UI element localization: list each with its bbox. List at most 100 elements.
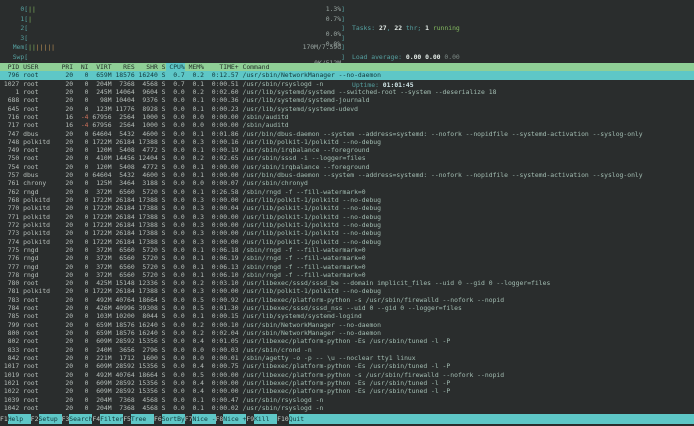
cell-shr: 9376 bbox=[135, 96, 158, 104]
fn-button-tree[interactable]: Tree bbox=[131, 414, 154, 424]
cell-cpu: 0.0 bbox=[166, 296, 185, 304]
process-row[interactable]: 1042 root 20 0 204M 7368 4568 S 0.0 0.1 … bbox=[0, 404, 694, 412]
cell-user: chrony bbox=[19, 179, 61, 187]
fn-button-filter[interactable]: Filter bbox=[100, 414, 123, 424]
process-row[interactable]: 802 root 20 0 609M 28592 15356 S 0.0 0.4… bbox=[0, 337, 694, 345]
fn-button-sortby[interactable]: SortBy bbox=[162, 414, 185, 424]
cell-ni: 0 bbox=[73, 96, 88, 104]
process-row[interactable]: 748 polkitd 20 0 1722M 26184 17388 S 0.0… bbox=[0, 138, 694, 146]
process-row[interactable]: 750 root 20 0 410M 14456 12404 S 0.0 0.2… bbox=[0, 154, 694, 162]
cell-user: root bbox=[19, 71, 61, 79]
process-row[interactable]: 1021 root 20 0 609M 28592 15356 S 0.0 0.… bbox=[0, 379, 694, 387]
cell-user: root bbox=[19, 146, 61, 154]
process-table-header[interactable]: PID USER PRI NI VIRT RES SHR S CPU% MEM%… bbox=[0, 63, 694, 71]
cell-pri: 20 bbox=[62, 346, 74, 354]
process-row[interactable]: 757 dbus 20 0 64604 5432 4600 S 0.0 0.1 … bbox=[0, 171, 694, 179]
fn-button-nice[interactable]: Nice - bbox=[192, 414, 215, 424]
cell-ni: -4 bbox=[73, 113, 88, 121]
process-row[interactable]: 775 rngd 20 0 372M 6560 5720 S 0.0 0.1 0… bbox=[0, 246, 694, 254]
cell-state: S bbox=[158, 362, 166, 370]
process-row-selected[interactable]: 796 root 20 0 659M 18576 16240 S 0.7 0.2… bbox=[0, 71, 694, 79]
cell-state: S bbox=[158, 354, 166, 362]
cell-pid: 771 bbox=[0, 213, 19, 221]
process-row[interactable]: 774 polkitd 20 0 1722M 26184 17388 S 0.0… bbox=[0, 238, 694, 246]
process-row[interactable]: 780 root 20 0 425M 15148 12336 S 0.0 0.2… bbox=[0, 279, 694, 287]
cell-command: /usr/lib/polkit-1/polkitd --no-debug bbox=[239, 229, 381, 237]
cell-res: 40764 bbox=[112, 296, 135, 304]
cell-state: S bbox=[158, 146, 166, 154]
fn-button-kill[interactable]: Kill bbox=[254, 414, 277, 424]
fn-button-setup[interactable]: Setup bbox=[39, 414, 62, 424]
cell-pid: 747 bbox=[0, 130, 19, 138]
cell-res: 26184 bbox=[112, 204, 135, 212]
process-row[interactable]: 754 root 20 0 120M 5408 4772 S 0.0 0.1 0… bbox=[0, 163, 694, 171]
process-row[interactable]: 1027 root 20 0 204M 7368 4568 S 0.7 0.1 … bbox=[0, 80, 694, 88]
fn-button-nice[interactable]: Nice + bbox=[223, 414, 246, 424]
cell-pri: 20 bbox=[62, 138, 74, 146]
meter-caption: Mem[ bbox=[5, 43, 28, 51]
process-row[interactable]: 784 root 20 0 426M 40996 39308 S 0.0 0.5… bbox=[0, 304, 694, 312]
cell-ni: 0 bbox=[73, 321, 88, 329]
cell-user: rngd bbox=[19, 263, 61, 271]
fn-button-quit[interactable]: Quit bbox=[289, 414, 312, 424]
process-row[interactable]: 777 rngd 20 0 372M 6560 5720 S 0.0 0.1 0… bbox=[0, 263, 694, 271]
cell-command: /usr/libexec/platform-python -Es /usr/sb… bbox=[239, 379, 451, 387]
process-row[interactable]: 778 rngd 20 0 372M 6560 5720 S 0.0 0.1 0… bbox=[0, 271, 694, 279]
process-row[interactable]: 1039 root 20 0 204M 7368 4568 S 0.0 0.1 … bbox=[0, 396, 694, 404]
cell-cpu: 0.0 bbox=[166, 121, 185, 129]
cell-shr: 39308 bbox=[135, 304, 158, 312]
process-row[interactable]: 688 root 20 0 98M 10404 9376 S 0.0 0.1 0… bbox=[0, 96, 694, 104]
cell-shr: 4568 bbox=[135, 404, 158, 412]
meter-caption: 0[ bbox=[5, 5, 28, 13]
process-row[interactable]: 783 root 20 0 492M 40764 18664 S 0.0 0.5… bbox=[0, 296, 694, 304]
cell-virt: 609M bbox=[89, 337, 112, 345]
process-row[interactable]: 776 rngd 20 0 372M 6560 5720 S 0.0 0.1 0… bbox=[0, 254, 694, 262]
cell-state: S bbox=[158, 263, 166, 271]
cell-user: root bbox=[19, 321, 61, 329]
cell-user: polkitd bbox=[19, 204, 61, 212]
cell-time: 0:03.10 bbox=[204, 279, 239, 287]
cell-time: 0:06.19 bbox=[204, 254, 239, 262]
cell-user: polkitd bbox=[19, 196, 61, 204]
process-row[interactable]: 1019 root 20 0 492M 40764 18664 S 0.0 0.… bbox=[0, 371, 694, 379]
process-row[interactable]: 785 root 20 0 103M 10200 8044 S 0.0 0.1 … bbox=[0, 312, 694, 320]
process-row[interactable]: 781 polkitd 20 0 1722M 26184 17388 S 0.0… bbox=[0, 287, 694, 295]
cell-user: root bbox=[19, 379, 61, 387]
cell-cpu: 0.0 bbox=[166, 171, 185, 179]
process-row[interactable]: 833 root 20 0 240M 3656 2796 S 0.0 0.0 0… bbox=[0, 346, 694, 354]
cell-res: 5408 bbox=[112, 146, 135, 154]
fn-button-help[interactable]: Help bbox=[8, 414, 31, 424]
cell-pri: 20 bbox=[62, 80, 74, 88]
process-row[interactable]: 716 root 16 -4 67956 2564 1000 S 0.0 0.0… bbox=[0, 113, 694, 121]
process-row[interactable]: 772 polkitd 20 0 1722M 26184 17388 S 0.0… bbox=[0, 221, 694, 229]
process-row[interactable]: 1 root 20 0 245M 14064 9604 S 0.0 0.2 0:… bbox=[0, 88, 694, 96]
process-row[interactable]: 771 polkitd 20 0 1722M 26184 17388 S 0.0… bbox=[0, 213, 694, 221]
process-row[interactable]: 799 root 20 0 659M 18576 16240 S 0.0 0.2… bbox=[0, 321, 694, 329]
cell-pid: 784 bbox=[0, 304, 19, 312]
fn-button-search[interactable]: Search bbox=[69, 414, 92, 424]
cell-virt: 659M bbox=[89, 321, 112, 329]
process-row[interactable]: 800 root 20 0 659M 18576 16240 S 0.0 0.2… bbox=[0, 329, 694, 337]
cell-ni: 0 bbox=[73, 312, 88, 320]
process-row[interactable]: 761 chrony 20 0 125M 3464 3188 S 0.0 0.0… bbox=[0, 179, 694, 187]
process-row[interactable]: 762 rngd 20 0 372M 6560 5720 S 0.0 0.1 0… bbox=[0, 188, 694, 196]
cell-res: 5408 bbox=[112, 163, 135, 171]
cell-state: S bbox=[158, 154, 166, 162]
process-row[interactable]: 773 polkitd 20 0 1722M 26184 17388 S 0.0… bbox=[0, 229, 694, 237]
process-row[interactable]: 645 root 20 0 123M 11776 8928 S 0.0 0.1 … bbox=[0, 105, 694, 113]
fn-key-f5: F5 bbox=[123, 414, 131, 424]
cell-pri: 20 bbox=[62, 146, 74, 154]
process-row[interactable]: 1022 root 20 0 609M 28592 15356 S 0.0 0.… bbox=[0, 387, 694, 395]
cell-mem: 0.3 bbox=[185, 287, 204, 295]
cell-virt: 204M bbox=[89, 396, 112, 404]
process-row[interactable]: 1017 root 20 0 609M 28592 15356 S 0.0 0.… bbox=[0, 362, 694, 370]
running-label: running bbox=[429, 24, 460, 32]
cell-user: root bbox=[19, 304, 61, 312]
process-row[interactable]: 842 root 20 0 221M 1712 1600 S 0.0 0.0 0… bbox=[0, 354, 694, 362]
process-row[interactable]: 770 polkitd 20 0 1722M 26184 17388 S 0.0… bbox=[0, 204, 694, 212]
process-row[interactable]: 749 root 20 0 120M 5408 4772 S 0.0 0.1 0… bbox=[0, 146, 694, 154]
process-row[interactable]: 768 polkitd 20 0 1722M 26184 17388 S 0.0… bbox=[0, 196, 694, 204]
process-row[interactable]: 747 dbus 20 0 64604 5432 4600 S 0.0 0.1 … bbox=[0, 130, 694, 138]
process-row[interactable]: 717 root 16 -4 67956 2564 1000 S 0.0 0.0… bbox=[0, 121, 694, 129]
cell-cpu: 0.0 bbox=[166, 238, 185, 246]
